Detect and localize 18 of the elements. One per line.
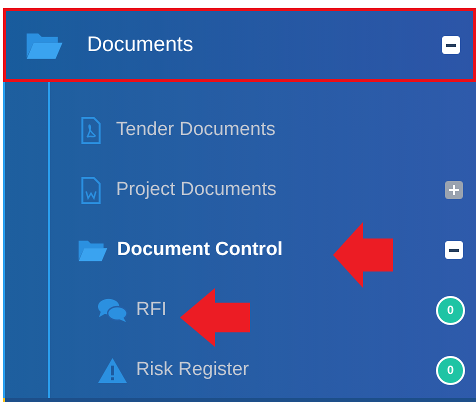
menu-header[interactable]: Documents xyxy=(3,8,476,82)
plus-icon xyxy=(449,185,459,195)
menu-item[interactable]: Document Control xyxy=(117,236,283,264)
count-badge: 0 xyxy=(436,356,465,384)
folder-icon xyxy=(77,238,108,262)
collapse-button[interactable] xyxy=(445,241,463,259)
word-file-icon xyxy=(80,176,102,204)
count-badge: 0 xyxy=(436,296,465,324)
menu-item[interactable]: Tender Documents xyxy=(116,116,276,144)
collapse-button[interactable] xyxy=(442,36,460,54)
chat-bubbles-icon xyxy=(97,296,128,324)
pdf-file-icon xyxy=(80,116,102,144)
expand-button[interactable] xyxy=(445,181,463,199)
menu-item[interactable]: RFI xyxy=(136,296,167,324)
menu-item[interactable]: Project Documents xyxy=(116,176,277,204)
menu-item[interactable]: Risk Register xyxy=(136,356,249,384)
menu-title: Documents xyxy=(87,32,194,58)
warning-icon xyxy=(97,356,128,384)
